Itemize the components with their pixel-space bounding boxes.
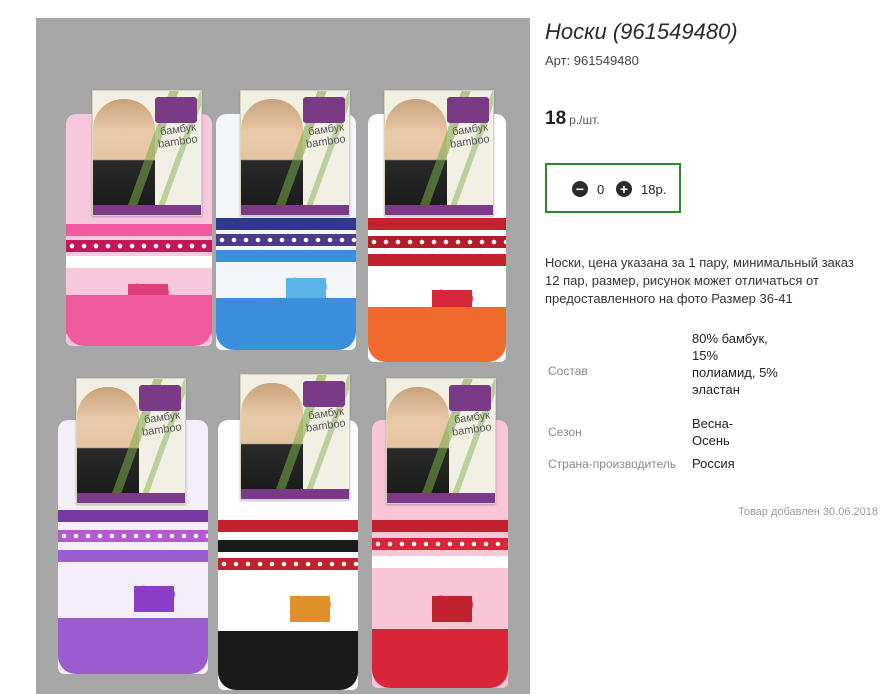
product-title: Носки (961549480) (545, 19, 738, 44)
quantity-total: 18р. (641, 182, 667, 197)
quantity-value[interactable]: 0 (597, 182, 604, 197)
sock-tag: бамбук bamboo (386, 378, 496, 504)
product-page: бамбук bamboo бамбук bamboo бамбук bambo… (0, 0, 881, 694)
product-price: 18 р./шт. (545, 108, 600, 130)
sock-tag: бамбук bamboo (240, 90, 350, 216)
price-value: 18 (545, 108, 567, 129)
spec-value: Россия (692, 456, 735, 471)
product-description: Носки, цена указана за 1 пару, минимальн… (545, 255, 854, 306)
sock-tag: бамбук bamboo (240, 374, 350, 500)
date-added: Товар добавлен 30.06.2018 (737, 506, 878, 518)
sock-tag: бамбук bamboo (92, 90, 202, 216)
sock-tag: бамбук bamboo (384, 90, 494, 216)
product-sku: Арт: 961549480 (545, 53, 639, 68)
spec-value: Весна-Осень (692, 416, 734, 448)
minus-circle-icon[interactable]: − (572, 181, 588, 197)
product-photo[interactable]: бамбук bamboo бамбук bamboo бамбук bambo… (36, 18, 530, 694)
spec-key: Состав (548, 364, 588, 378)
sock-tag: бамбук bamboo (76, 378, 186, 504)
price-unit: р./шт. (569, 113, 600, 127)
spec-value: 80% бамбук, 15% полиамид, 5% эластан (692, 331, 778, 397)
quantity-selector: − 0 + 18р. (545, 163, 681, 213)
spec-key: Сезон (548, 425, 582, 439)
plus-circle-icon[interactable]: + (616, 181, 632, 197)
spec-key: Страна-производитель (548, 457, 677, 471)
